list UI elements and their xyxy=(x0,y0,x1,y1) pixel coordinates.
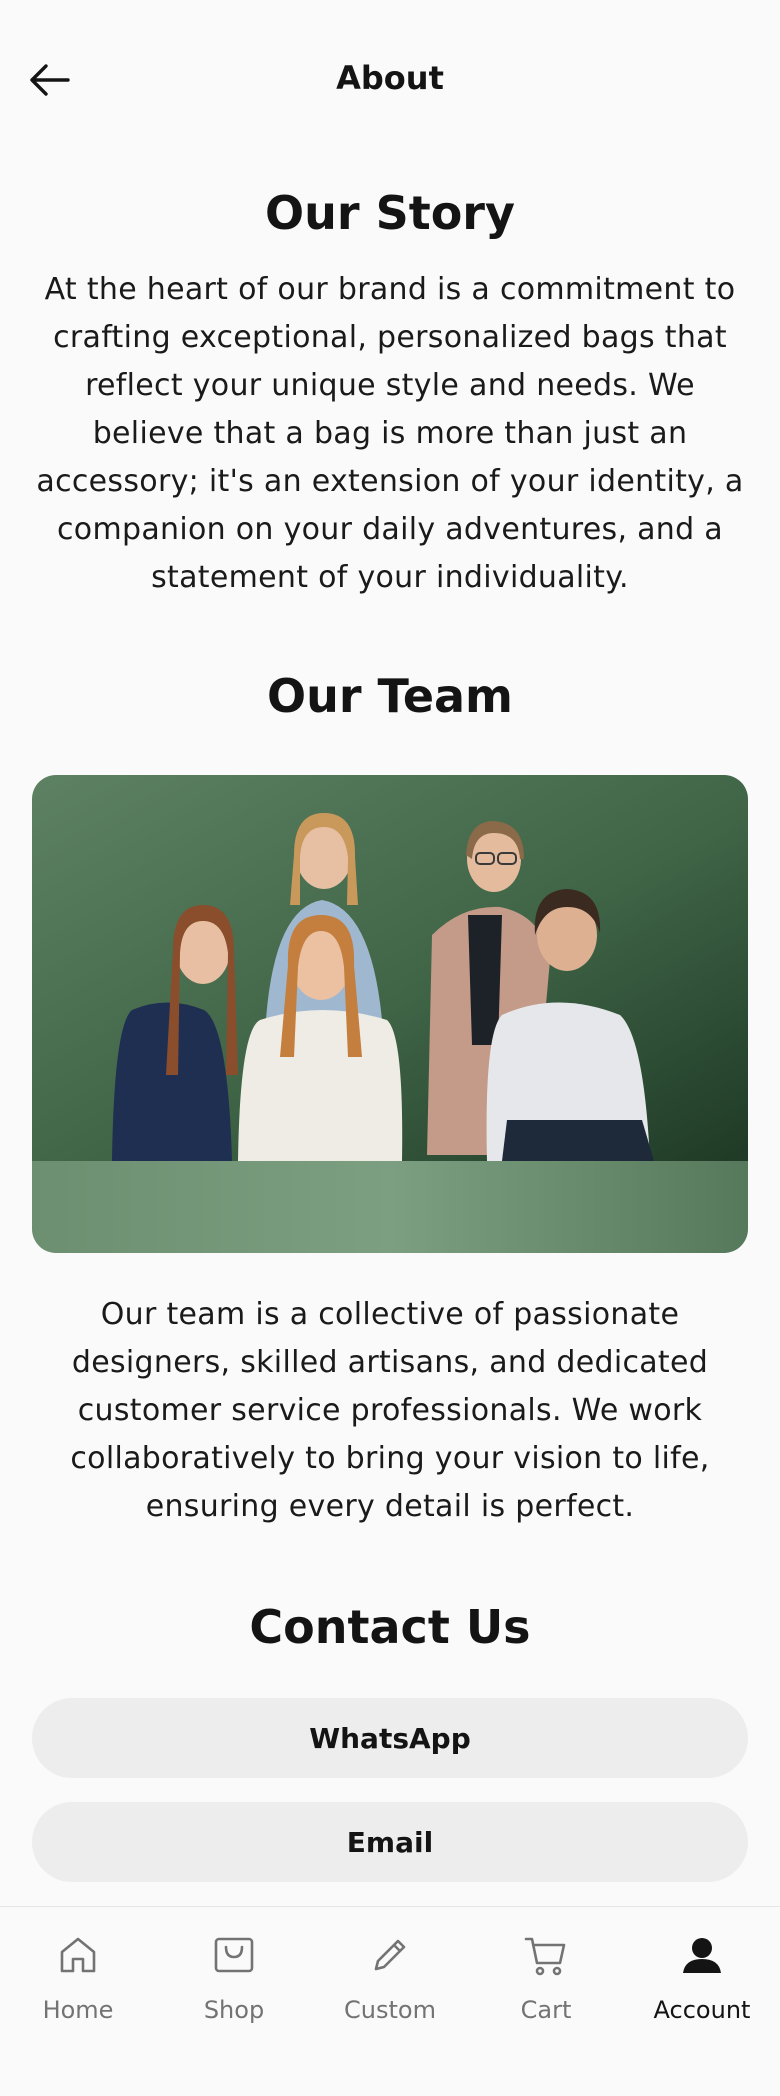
email-button[interactable]: Email xyxy=(32,1802,748,1882)
nav-label: Account xyxy=(653,1996,751,2024)
team-photo xyxy=(32,775,748,1253)
team-title: Our Team xyxy=(267,669,513,723)
page-title: About xyxy=(336,59,444,97)
nav-label: Custom xyxy=(344,1996,436,2024)
story-line: statement of your individuality. xyxy=(151,560,629,595)
story-line: companion on your daily adventures, and … xyxy=(57,512,723,547)
cart-icon xyxy=(524,1937,566,1976)
story-text: At the heart of our brand is a commitmen… xyxy=(30,266,750,602)
whatsapp-button[interactable]: WhatsApp xyxy=(32,1698,748,1778)
pencil-icon xyxy=(374,1939,406,1971)
nav-label: Home xyxy=(42,1996,114,2024)
nav-label: Cart xyxy=(520,1996,572,2024)
contact-title: Contact Us xyxy=(249,1600,531,1654)
nav-item-account[interactable]: Account xyxy=(624,1907,780,2096)
bottom-navigation: Home Shop Custom Cart Account xyxy=(0,1906,780,2096)
team-line: collaboratively to bring your vision to … xyxy=(70,1441,710,1476)
team-text: Our team is a collective of passionate d… xyxy=(30,1291,750,1531)
story-line: believe that a bag is more than just an xyxy=(92,416,688,451)
team-line: ensuring every detail is perfect. xyxy=(145,1489,635,1524)
home-icon xyxy=(60,1937,96,1973)
nav-item-shop[interactable]: Shop xyxy=(156,1907,312,2096)
story-line: accessory; it's an extension of your ide… xyxy=(36,464,744,499)
nav-label: Shop xyxy=(203,1996,265,2024)
top-app-bar: About xyxy=(0,0,780,160)
story-line: reflect your unique style and needs. We xyxy=(85,368,695,403)
nav-item-home[interactable]: Home xyxy=(0,1907,156,2096)
story-title: Our Story xyxy=(265,186,515,240)
story-line: crafting exceptional, personalized bags … xyxy=(53,320,727,355)
shopping-bag-icon xyxy=(214,1937,254,1973)
nav-item-cart[interactable]: Cart xyxy=(468,1907,624,2096)
story-line: At the heart of our brand is a commitmen… xyxy=(44,272,736,307)
nav-item-custom[interactable]: Custom xyxy=(312,1907,468,2096)
team-line: designers, skilled artisans, and dedicat… xyxy=(71,1345,709,1380)
team-line: Our team is a collective of passionate xyxy=(100,1297,680,1332)
team-line: customer service professionals. We work xyxy=(77,1393,703,1428)
user-icon xyxy=(683,1938,721,1973)
